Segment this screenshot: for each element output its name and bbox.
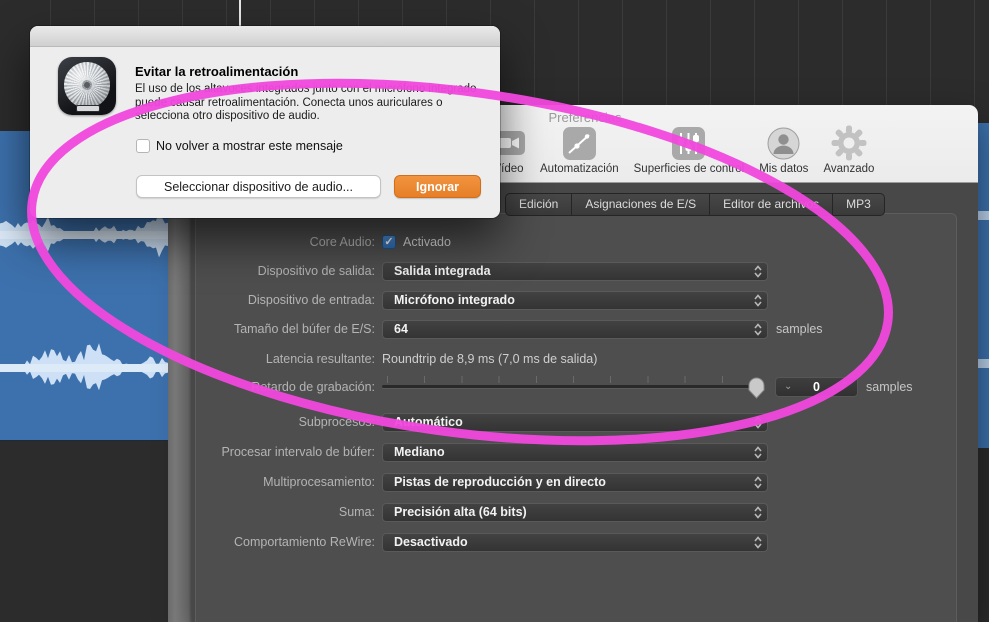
unit-label: samples — [776, 322, 823, 336]
field-label: Latencia resultante: — [265, 352, 375, 366]
recording-delay-slider[interactable] — [382, 376, 765, 399]
form-row-threads: Subprocesos: Automático — [192, 412, 768, 432]
waveform-fragment — [978, 211, 989, 220]
threads-popup[interactable]: Automático — [382, 412, 768, 432]
popup-value: Salida integrada — [394, 264, 491, 278]
slider-track[interactable] — [382, 385, 759, 388]
unit-label: samples — [866, 380, 913, 394]
popup-updown-icon — [754, 475, 762, 489]
tab-strip: Edición Asignaciones de E/S Editor de ar… — [505, 193, 885, 216]
toolbar-item-label: Automatización — [540, 163, 619, 175]
form-row-multiprocessing: Multiprocesamiento: Pistas de reproducci… — [192, 472, 768, 492]
tab-editor-archivos[interactable]: Editor de archivos — [710, 193, 834, 216]
latency-value: Roundtrip de 8,9 ms (7,0 ms de salida) — [382, 352, 598, 366]
summing-popup[interactable]: Precisión alta (64 bits) — [382, 502, 768, 522]
buffer-size-popup[interactable]: 64 — [382, 319, 768, 339]
popup-value: Desactivado — [394, 535, 468, 549]
automation-icon — [562, 126, 596, 160]
toolbar-item-my-info[interactable]: Mis datos — [759, 126, 808, 175]
popup-value: Micrófono integrado — [394, 293, 515, 307]
field-label: Suma: — [338, 505, 375, 519]
form-row-input-device: Dispositivo de entrada: Micrófono integr… — [192, 290, 768, 310]
field-label: Core Audio: — [309, 235, 375, 249]
checkbox-label: Activado — [403, 235, 451, 249]
form-row-process-buffer-range: Procesar intervalo de búfer: Mediano — [192, 442, 768, 462]
toolbar-item-control-surfaces[interactable]: Superficies de control — [633, 126, 745, 175]
form-row-output-device: Dispositivo de salida: Salida integrada — [192, 261, 768, 281]
dialog-body-text: El uso de los altavoces integrados junto… — [135, 83, 477, 122]
popup-updown-icon — [754, 445, 762, 459]
field-label: Dispositivo de salida: — [257, 264, 375, 278]
popup-updown-icon — [754, 535, 762, 549]
my-info-icon — [767, 126, 800, 160]
input-device-popup[interactable]: Micrófono integrado — [382, 290, 768, 310]
tab-asignaciones-es[interactable]: Asignaciones de E/S — [572, 193, 711, 216]
form-row-buffer-size: Tamaño del búfer de E/S: 64 samples — [192, 319, 823, 339]
popup-value: Mediano — [394, 445, 445, 459]
popup-value: Automático — [394, 415, 463, 429]
slider-ticks — [387, 376, 757, 383]
core-audio-checkbox[interactable]: ✓ — [382, 235, 396, 249]
control-surfaces-icon — [672, 126, 706, 160]
popup-value: Pistas de reproducción y en directo — [394, 475, 606, 489]
field-label: Procesar intervalo de búfer: — [221, 445, 375, 459]
stepper-up-icon[interactable]: ⌃ — [841, 382, 849, 392]
form-row-recording-delay: Retardo de grabación: ⌄ 0 ⌃ samples — [192, 376, 913, 399]
dialog-titlebar[interactable] — [30, 26, 500, 47]
playhead-marker[interactable] — [239, 0, 241, 27]
output-device-popup[interactable]: Salida integrada — [382, 261, 768, 281]
toolbar-item-automation[interactable]: Automatización — [540, 126, 619, 175]
field-label: Retardo de grabación: — [251, 380, 375, 394]
form-row-core-audio: Core Audio: ✓ Activado — [192, 232, 451, 252]
process-buffer-popup[interactable]: Mediano — [382, 442, 768, 462]
select-audio-device-button[interactable]: Seleccionar dispositivo de audio... — [136, 175, 381, 198]
popup-updown-icon — [754, 505, 762, 519]
toolbar-item-label: Superficies de control — [633, 163, 745, 175]
toolbar-item-advanced[interactable]: Avanzado — [823, 125, 875, 175]
gear-icon — [831, 125, 867, 161]
multiprocessing-popup[interactable]: Pistas de reproducción y en directo — [382, 472, 768, 492]
popup-updown-icon — [754, 322, 762, 336]
recording-delay-stepper[interactable]: ⌄ 0 ⌃ — [775, 377, 858, 397]
dont-show-again-checkbox[interactable] — [136, 139, 150, 153]
field-label: Multiprocesamiento: — [263, 475, 375, 489]
checkbox-label: No volver a mostrar este mensaje — [156, 139, 343, 153]
field-label: Subprocesos: — [298, 415, 375, 429]
waveform-fragment — [978, 359, 989, 368]
rewire-popup[interactable]: Desactivado — [382, 532, 768, 552]
slider-thumb[interactable] — [748, 377, 765, 399]
popup-updown-icon — [754, 415, 762, 429]
audio-region-right-edge — [978, 123, 989, 448]
popup-updown-icon — [754, 264, 762, 278]
form-row-rewire: Comportamiento ReWire: Desactivado — [192, 532, 768, 552]
popup-value: Precisión alta (64 bits) — [394, 505, 527, 519]
feedback-alert-dialog: Evitar la retroalimentación El uso de lo… — [30, 26, 500, 218]
screen: Preferencias Vídeo Automatización Superf… — [0, 0, 989, 622]
field-label: Comportamiento ReWire: — [233, 535, 375, 549]
stepper-down-icon[interactable]: ⌄ — [784, 382, 792, 392]
stepper-value: 0 — [813, 380, 820, 394]
popup-updown-icon — [754, 293, 762, 307]
popup-value: 64 — [394, 322, 408, 336]
ignore-button[interactable]: Ignorar — [394, 175, 481, 198]
field-label: Dispositivo de entrada: — [247, 293, 375, 307]
tab-edicion[interactable]: Edición — [505, 193, 573, 216]
form-row-summing: Suma: Precisión alta (64 bits) — [192, 502, 768, 522]
tab-mp3[interactable]: MP3 — [833, 193, 885, 216]
form-row-latency: Latencia resultante: Roundtrip de 8,9 ms… — [192, 349, 598, 369]
logic-pro-app-icon — [58, 57, 116, 115]
dialog-title: Evitar la retroalimentación — [135, 64, 299, 79]
field-label: Tamaño del búfer de E/S: — [233, 322, 375, 336]
toolbar-item-label: Avanzado — [823, 163, 875, 175]
toolbar-item-label: Mis datos — [759, 163, 809, 175]
